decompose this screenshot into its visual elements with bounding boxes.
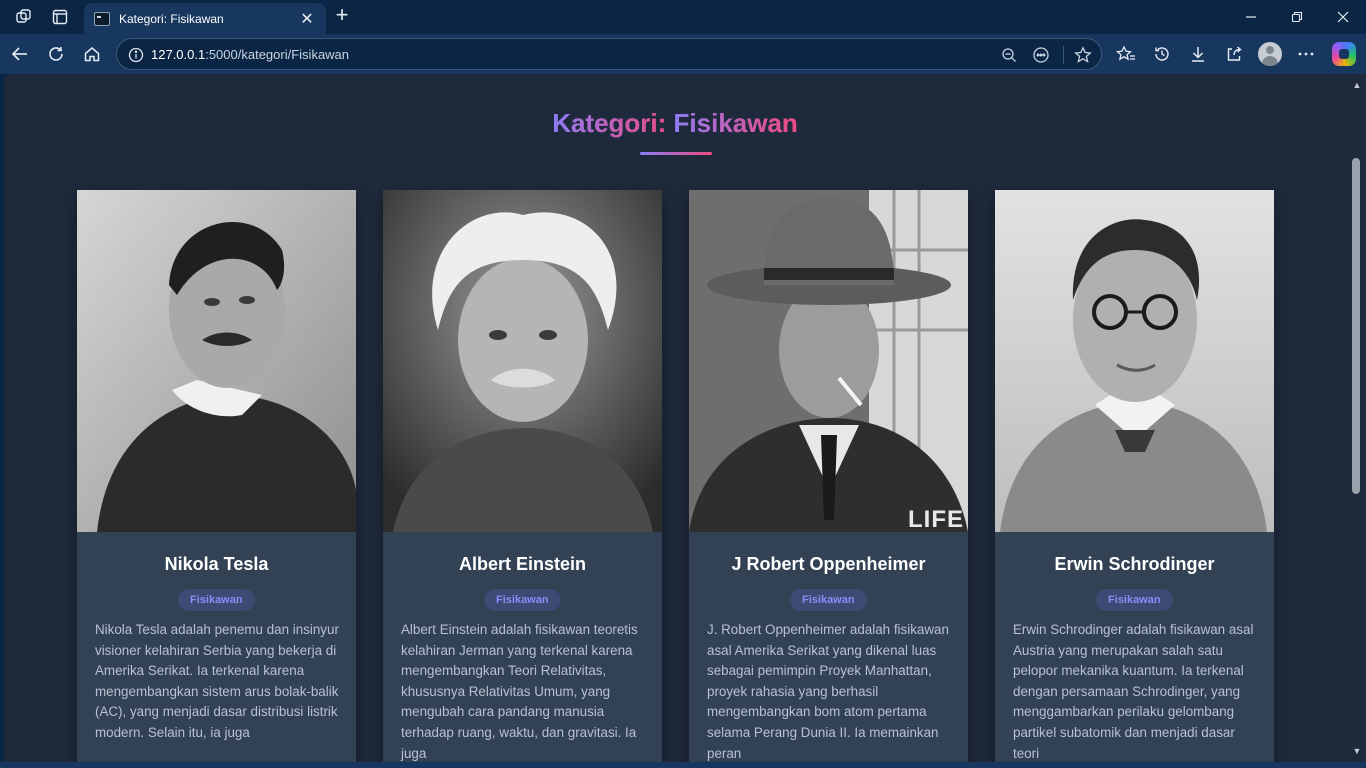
scroll-up-icon[interactable]: ▲ bbox=[1352, 80, 1362, 90]
address-divider bbox=[1063, 46, 1064, 64]
portrait-nikola-tesla[interactable] bbox=[77, 190, 356, 532]
person-card[interactable]: LIFE J Robert Oppenheimer Fisikawan J. R… bbox=[689, 190, 968, 762]
category-badge[interactable]: Fisikawan bbox=[790, 589, 867, 611]
photo-watermark: LIFE bbox=[908, 506, 964, 532]
scrollbar-thumb[interactable] bbox=[1352, 158, 1360, 494]
restore-icon[interactable] bbox=[1274, 4, 1320, 30]
portrait-erwin-schrodinger[interactable] bbox=[995, 190, 1274, 532]
page-title-text: Kategori: Fisikawan bbox=[552, 108, 798, 138]
tab-actions-icon[interactable] bbox=[49, 6, 71, 28]
tab-favicon-icon bbox=[94, 11, 110, 26]
zoom-out-icon[interactable] bbox=[999, 45, 1019, 65]
new-tab-button[interactable]: + bbox=[330, 4, 354, 28]
card-name[interactable]: J Robert Oppenheimer bbox=[689, 554, 968, 575]
home-icon[interactable] bbox=[80, 42, 104, 66]
history-icon[interactable] bbox=[1150, 42, 1174, 66]
browser-toolbar: 127.0.0.1:5000/kategori/Fisikawan bbox=[0, 34, 1366, 74]
title-category: Fisikawan bbox=[673, 108, 798, 138]
card-name[interactable]: Erwin Schrodinger bbox=[995, 554, 1274, 575]
title-prefix: Kategori: bbox=[552, 108, 674, 138]
portrait-j-robert-oppenheimer[interactable]: LIFE bbox=[689, 190, 968, 532]
downloads-icon[interactable] bbox=[1186, 42, 1210, 66]
page-viewport: Kategori: Fisikawan Nikola Tesla Fisikaw… bbox=[4, 74, 1366, 762]
profile-avatar[interactable] bbox=[1258, 42, 1282, 66]
card-description: Erwin Schrodinger adalah fisikawan asal … bbox=[1013, 622, 1254, 761]
address-bar[interactable]: 127.0.0.1:5000/kategori/Fisikawan bbox=[116, 38, 1102, 70]
category-badge[interactable]: Fisikawan bbox=[484, 589, 561, 611]
tab-close-icon[interactable]: ✕ bbox=[298, 9, 316, 29]
card-name[interactable]: Nikola Tesla bbox=[77, 554, 356, 575]
copilot-icon[interactable] bbox=[1332, 42, 1356, 66]
share-icon[interactable] bbox=[1222, 42, 1246, 66]
tab-title: Kategori: Fisikawan bbox=[119, 11, 224, 26]
portrait-albert-einstein[interactable] bbox=[383, 190, 662, 532]
minimize-icon[interactable] bbox=[1228, 4, 1274, 30]
window-bottom-edge bbox=[0, 762, 1366, 768]
favorites-icon[interactable] bbox=[1114, 42, 1138, 66]
category-badge[interactable]: Fisikawan bbox=[178, 589, 255, 611]
scroll-down-icon[interactable]: ▼ bbox=[1352, 746, 1362, 756]
url-host: 127.0.0.1 bbox=[151, 47, 206, 62]
site-info-icon[interactable] bbox=[126, 45, 146, 65]
person-card[interactable]: Erwin Schrodinger Fisikawan Erwin Schrod… bbox=[995, 190, 1274, 762]
title-underline bbox=[640, 152, 712, 155]
workspaces-icon[interactable] bbox=[13, 6, 35, 28]
page-title: Kategori: Fisikawan bbox=[4, 108, 1346, 139]
card-description: Nikola Tesla adalah penemu dan insinyur … bbox=[95, 622, 339, 740]
card-description: J. Robert Oppenheimer adalah fisikawan a… bbox=[707, 622, 949, 761]
card-description: Albert Einstein adalah fisikawan teoreti… bbox=[401, 622, 638, 761]
url-path: :5000/kategori/Fisikawan bbox=[205, 47, 350, 62]
close-icon[interactable] bbox=[1320, 4, 1366, 30]
category-badge[interactable]: Fisikawan bbox=[1096, 589, 1173, 611]
browser-tab-strip: Kategori: Fisikawan ✕ + bbox=[0, 0, 1366, 34]
read-aloud-icon[interactable] bbox=[1031, 45, 1051, 65]
refresh-icon[interactable] bbox=[44, 42, 68, 66]
person-card[interactable]: Albert Einstein Fisikawan Albert Einstei… bbox=[383, 190, 662, 762]
card-name[interactable]: Albert Einstein bbox=[383, 554, 662, 575]
person-card[interactable]: Nikola Tesla Fisikawan Nikola Tesla adal… bbox=[77, 190, 356, 762]
favorite-star-icon[interactable] bbox=[1073, 45, 1093, 65]
active-tab[interactable]: Kategori: Fisikawan ✕ bbox=[84, 3, 326, 34]
url-text[interactable]: 127.0.0.1:5000/kategori/Fisikawan bbox=[151, 47, 349, 62]
back-icon[interactable] bbox=[8, 42, 32, 66]
more-icon[interactable] bbox=[1294, 42, 1318, 66]
